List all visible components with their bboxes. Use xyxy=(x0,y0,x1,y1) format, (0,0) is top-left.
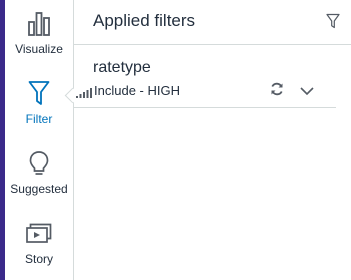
filter-field-name: ratetype xyxy=(93,59,151,76)
panel-title: Applied filters xyxy=(93,11,196,30)
nav-label-filter: Filter xyxy=(25,112,53,126)
bar-chart-icon xyxy=(5,10,73,36)
filter-card-ratetype[interactable]: ratetype Include - HIGH xyxy=(74,45,336,108)
left-nav-rail: Visualize Filter Suggested Story xyxy=(5,0,74,280)
nav-label-visualize: Visualize xyxy=(15,42,63,56)
lightbulb-icon xyxy=(5,150,73,178)
nav-item-filter[interactable]: Filter xyxy=(5,76,73,138)
chevron-down-icon[interactable] xyxy=(300,83,314,96)
applied-filters-panel: Applied filters ratetype Include - HIGH xyxy=(74,0,351,280)
nav-item-story[interactable]: Story xyxy=(5,216,73,278)
add-filter-icon[interactable] xyxy=(326,13,340,29)
nav-item-suggested[interactable]: Suggested xyxy=(5,146,73,208)
refresh-icon[interactable] xyxy=(270,82,284,96)
story-icon xyxy=(5,222,73,244)
nav-label-story: Story xyxy=(24,252,53,266)
filter-summary: Include - HIGH xyxy=(94,83,180,98)
panel-header: Applied filters xyxy=(74,0,351,45)
app-window: Visualize Filter Suggested Story Applied… xyxy=(0,0,351,280)
nav-item-visualize[interactable]: Visualize xyxy=(5,6,73,68)
nav-label-suggested: Suggested xyxy=(10,182,68,196)
signal-strength-icon xyxy=(76,85,92,103)
filter-icon xyxy=(5,80,73,106)
